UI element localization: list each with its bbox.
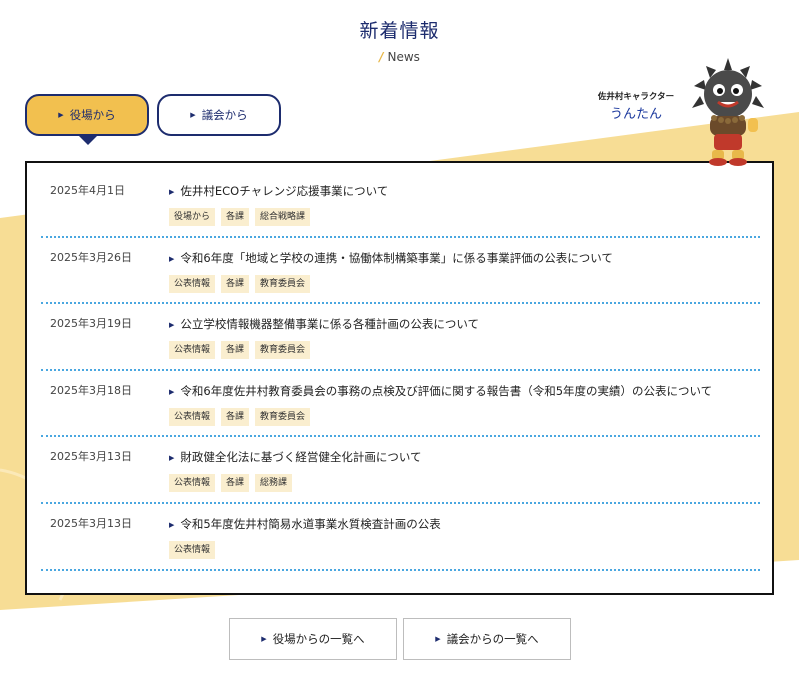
slash-icon: / [379, 50, 384, 64]
news-title-link[interactable]: ▶ 財政健全化法に基づく経営健全化計画について [169, 449, 422, 465]
category-tag: 各課 [221, 474, 250, 493]
mascot-caption: 佐井村キャラクター うんたん [596, 90, 676, 122]
news-date: 2025年3月13日 [50, 516, 132, 530]
mascot-illustration [692, 58, 764, 166]
tab-assembly[interactable]: ▶ 議会から [157, 94, 281, 136]
button-label: 議会からの一覧へ [446, 632, 539, 646]
news-title-link[interactable]: ▶ 令和6年度佐井村教育委員会の事務の点検及び評価に関する報告書（令和5年度の実績… [169, 383, 712, 399]
news-title-link[interactable]: ▶ 令和5年度佐井村簡易水道事業水質検査計画の公表 [169, 516, 441, 532]
tag-list: 公表情報 各課 総務課 [169, 474, 293, 493]
category-tag: 総務課 [255, 474, 293, 493]
town-list-button[interactable]: ▶ 役場からの一覧へ [229, 618, 397, 660]
triangle-right-icon: ▶ [169, 254, 175, 263]
category-tag: 総合戦略課 [255, 208, 311, 226]
mascot-name: うんたん [609, 107, 662, 122]
triangle-right-icon: ▶ [261, 635, 267, 643]
news-title-link[interactable]: ▶ 佐井村ECOチャレンジ応援事業について [169, 183, 388, 199]
news-item: 2025年3月13日 ▶ 令和5年度佐井村簡易水道事業水質検査計画の公表公表情報 [41, 504, 760, 571]
news-title-text: 財政健全化法に基づく経営健全化計画について [180, 450, 422, 465]
category-tag: 公表情報 [169, 474, 216, 493]
category-tag: 公表情報 [169, 341, 216, 360]
news-date: 2025年3月26日 [50, 250, 132, 264]
news-title-link[interactable]: ▶ 公立学校情報機器整備事業に係る各種計画の公表について [169, 316, 479, 332]
news-panel: 2025年4月1日 ▶ 佐井村ECOチャレンジ応援事業について 役場から 各課 総合戦略課… [25, 161, 774, 595]
assembly-list-button[interactable]: ▶ 議会からの一覧へ [403, 618, 571, 660]
triangle-right-icon: ▶ [169, 387, 175, 396]
triangle-right-icon: ▶ [169, 454, 175, 463]
category-tag: 公表情報 [169, 274, 216, 293]
news-item: 2025年3月19日 ▶ 公立学校情報機器整備事業に係る各種計画の公表について公表情… [41, 304, 760, 371]
news-title-link[interactable]: ▶ 令和6年度「地域と学校の連携・協働体制構築事業」に係る事業評価の公表について [169, 250, 613, 266]
tab-town-office[interactable]: ▶ 役場から [25, 94, 149, 136]
page-title: 新着情報 [359, 20, 440, 42]
category-tag: 公表情報 [169, 540, 216, 559]
category-tag: 役場から [169, 208, 216, 226]
news-item: 2025年3月26日 ▶ 令和6年度「地域と学校の連携・協働体制構築事業」に係る事業… [41, 238, 760, 305]
news-title-text: 令和6年度佐井村教育委員会の事務の点検及び評価に関する報告書（令和5年度の実績）… [180, 383, 713, 398]
triangle-right-icon: ▶ [190, 111, 196, 119]
tag-list: 役場から 各課 総合戦略課 [169, 208, 311, 226]
news-date: 2025年3月13日 [50, 450, 132, 464]
category-tag: 各課 [221, 407, 250, 426]
mascot-caption-text: 佐井村キャラクター [597, 92, 675, 102]
tab-label: 役場から [69, 108, 116, 122]
news-date: 2025年4月1日 [50, 184, 125, 197]
category-tag: 各課 [221, 274, 250, 293]
triangle-right-icon: ▶ [169, 520, 175, 529]
subtitle-text: News [387, 50, 420, 64]
triangle-right-icon: ▶ [58, 111, 64, 119]
triangle-right-icon: ▶ [169, 188, 175, 196]
category-tag: 各課 [221, 208, 250, 226]
tab-label: 議会から [201, 108, 248, 122]
button-label: 役場からの一覧へ [272, 632, 365, 646]
category-tag: 公表情報 [169, 407, 216, 426]
news-item: 2025年4月1日 ▶ 佐井村ECOチャレンジ応援事業について役場から 各課 総合戦略課 [41, 171, 760, 238]
category-tag: 教育委員会 [255, 274, 311, 293]
category-tag: 教育委員会 [255, 341, 311, 360]
active-tab-pointer [79, 136, 97, 145]
news-item: 2025年3月18日 ▶ 令和6年度佐井村教育委員会の事務の点検及び評価に関する報告… [41, 371, 760, 438]
news-title-text: 令和6年度「地域と学校の連携・協働体制構築事業」に係る事業評価の公表について [180, 250, 613, 265]
news-title-text: 令和5年度佐井村簡易水道事業水質検査計画の公表 [180, 516, 441, 531]
news-item: 2025年3月13日 ▶ 財政健全化法に基づく経営健全化計画について公表情報 各課 総務… [41, 437, 760, 504]
triangle-right-icon: ▶ [169, 321, 175, 330]
tag-list: 公表情報 [169, 540, 216, 559]
tag-list: 公表情報 各課 教育委員会 [169, 341, 311, 360]
news-list: 2025年4月1日 ▶ 佐井村ECOチャレンジ応援事業について 役場から 各課 総合戦略課… [41, 171, 760, 571]
news-title-text: 公立学校情報機器整備事業に係る各種計画の公表について [180, 317, 480, 332]
tag-list: 公表情報 各課 教育委員会 [169, 274, 311, 293]
news-date: 2025年3月19日 [50, 317, 132, 331]
category-tag: 教育委員会 [255, 407, 311, 426]
triangle-right-icon: ▶ [435, 635, 441, 643]
page-subtitle: / News [0, 50, 799, 64]
news-date: 2025年3月18日 [50, 383, 132, 397]
tag-list: 公表情報 各課 教育委員会 [169, 407, 311, 426]
category-tag: 各課 [221, 341, 250, 360]
news-title-text: 佐井村ECOチャレンジ応援事業について [180, 184, 389, 198]
